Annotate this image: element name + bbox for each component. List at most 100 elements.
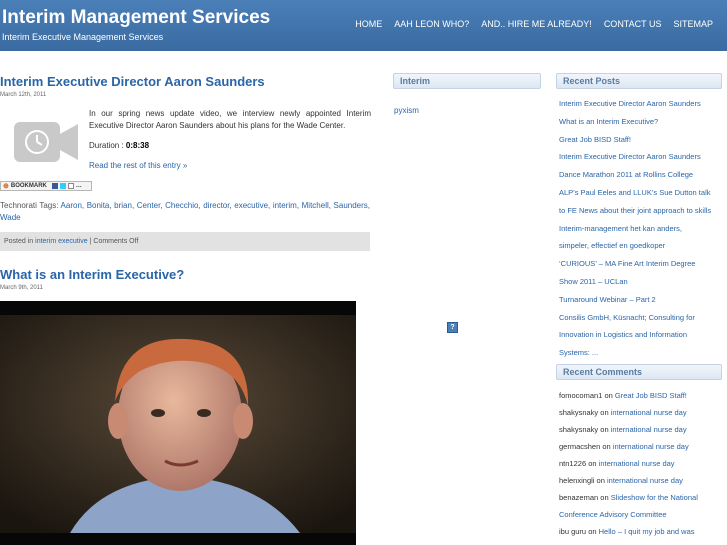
comment-post-link[interactable]: Slideshow for the National [611, 493, 698, 502]
nav-sitemap[interactable]: SITEMAP [667, 19, 719, 29]
comment-on: on [588, 527, 597, 536]
recent-post-link[interactable]: Interim-management het kan anders, [559, 221, 725, 239]
tags-prefix: Technorati Tags: [0, 201, 59, 210]
duration-label: Duration : [89, 141, 124, 150]
recent-post-link[interactable]: Interim Executive Director Aaron Saunder… [559, 149, 725, 167]
post-1-date: March 12th, 2011 [0, 92, 47, 98]
read-more-link[interactable]: Read the rest of this entry » [89, 161, 187, 170]
nav-contact-us[interactable]: CONTACT US [598, 19, 668, 29]
comment-post-link[interactable]: Hello – I quit my job and was [599, 527, 695, 536]
category-link[interactable]: interim executive [35, 238, 88, 245]
recent-post-link[interactable]: to FE News about their joint approach to… [559, 203, 725, 221]
comment-item: Conference Advisory Committee [559, 506, 725, 523]
recent-posts-title: Recent Posts [556, 73, 722, 89]
comment-on: on [600, 493, 609, 502]
comment-author: shakysnaky [559, 425, 599, 434]
duration-value: 0:8:38 [125, 141, 150, 150]
comment-post-link[interactable]: international nurse day [599, 459, 675, 468]
twitter-icon [59, 183, 66, 189]
comment-post-link[interactable]: Conference Advisory Committee [559, 510, 667, 519]
tag-link[interactable]: Bonita [87, 201, 110, 210]
tag-link[interactable]: Checchio [165, 201, 198, 210]
recent-post-link[interactable]: Show 2011 – UCLan [559, 274, 725, 292]
comments-status: Comments Off [93, 238, 139, 245]
comment-author: benazeman [559, 493, 599, 502]
recent-post-link[interactable]: Innovation in Logistics and Information [559, 327, 725, 345]
comment-author: ibu guru [559, 527, 587, 536]
comment-item: ntn1226 on international nurse day [559, 455, 725, 472]
tag-link[interactable]: executive [234, 201, 268, 210]
recent-post-link[interactable]: Consilis GmbH, Küsnacht; Consulting for [559, 310, 725, 328]
recent-comments-list: fomocoman1 on Great Job BISD Staff! shak… [559, 387, 725, 540]
tag-link[interactable]: interim [273, 201, 297, 210]
comment-item: ibu guru on Hello – I quit my job and wa… [559, 523, 725, 540]
post-2-date: March 9th, 2011 [0, 285, 43, 291]
help-icon[interactable]: ? [447, 322, 458, 333]
post-2: What is an Interim Executive? March 9th,… [0, 267, 370, 291]
recent-post-link[interactable]: ALP’s Paul Eeles and LLUK’s Sue Dutton t… [559, 185, 725, 203]
post-1-title[interactable]: Interim Executive Director Aaron Saunder… [0, 74, 370, 89]
tag-link[interactable]: Mitchell [302, 201, 329, 210]
recent-post-link[interactable]: Interim Executive Director Aaron Saunder… [559, 96, 725, 114]
tag-link[interactable]: Saunders [334, 201, 368, 210]
site-title[interactable]: Interim Management Services [2, 7, 270, 29]
comment-on: on [588, 459, 597, 468]
facebook-icon [51, 183, 58, 189]
recent-post-link[interactable]: Turnaround Webinar – Part 2 [559, 292, 725, 310]
comment-author: shakysnaky [559, 408, 599, 417]
bookmark-button[interactable]: ⊕ BOOKMARK … [0, 181, 92, 191]
site-description: Interim Executive Management Services [2, 32, 164, 42]
recent-post-link[interactable]: Great Job BISD Staff! [559, 132, 725, 150]
tag-link[interactable]: Aaron [61, 201, 82, 210]
comment-post-link[interactable]: international nurse day [607, 476, 683, 485]
post-1-meta: Posted in interim executive | Comments O… [0, 232, 370, 251]
comment-item: fomocoman1 on Great Job BISD Staff! [559, 387, 725, 404]
tag-link[interactable]: brian [114, 201, 132, 210]
recent-post-link[interactable]: ‘CURIOUS’ – MA Fine Art Interim Degree [559, 256, 725, 274]
comment-item: shakysnaky on international nurse day [559, 421, 725, 438]
post-1-tags: Technorati Tags: Aaron, Bonita, brian, C… [0, 201, 371, 222]
comment-on: on [602, 442, 611, 451]
video-player[interactable] [0, 301, 356, 545]
more-icon: … [75, 183, 82, 189]
recent-post-link[interactable]: Dance Marathon 2011 at Rollins College [559, 167, 725, 185]
comment-author: helenxingli [559, 476, 595, 485]
nav-aah-leon-who[interactable]: AAH LEON WHO? [388, 19, 475, 29]
video-frame-image [0, 301, 356, 545]
comment-on: on [600, 408, 609, 417]
comment-post-link[interactable]: international nurse day [611, 425, 687, 434]
recent-post-link[interactable]: What is an Interim Executive? [559, 114, 725, 132]
post-1-duration: Duration : 0:8:38 [89, 141, 149, 150]
tag-link[interactable]: Center [137, 201, 161, 210]
comment-item: germacshen on international nurse day [559, 438, 725, 455]
post-1-excerpt: In our spring news update video, we inte… [89, 109, 371, 130]
tag-link[interactable]: director [203, 201, 229, 210]
comment-on: on [600, 425, 609, 434]
tag-link[interactable]: Wade [0, 213, 21, 222]
comment-author: germacshen [559, 442, 601, 451]
comment-on: on [604, 391, 613, 400]
comment-item: helenxingli on international nurse day [559, 472, 725, 489]
video-camera-icon[interactable] [14, 122, 78, 162]
post-2-title[interactable]: What is an Interim Executive? [0, 267, 370, 282]
recent-post-link[interactable]: Systems: ... [559, 345, 725, 363]
comment-item: shakysnaky on international nurse day [559, 404, 725, 421]
comment-author: ntn1226 [559, 459, 587, 468]
bookmark-label: BOOKMARK [10, 183, 47, 189]
nav-home[interactable]: HOME [349, 19, 388, 29]
pyxism-link[interactable]: pyxism [394, 106, 419, 115]
recent-comments-title: Recent Comments [556, 364, 722, 380]
comment-post-link[interactable]: international nurse day [611, 408, 687, 417]
interim-widget-title: Interim [393, 73, 541, 89]
comment-on: on [596, 476, 605, 485]
share-plus-icon: ⊕ [3, 183, 9, 190]
main-nav: HOME AAH LEON WHO? AND.. HIRE ME ALREADY… [349, 19, 719, 29]
comment-post-link[interactable]: Great Job BISD Staff! [615, 391, 687, 400]
recent-post-link[interactable]: simpeler, effectief en goedkoper [559, 238, 725, 256]
comment-post-link[interactable]: international nurse day [613, 442, 689, 451]
recent-posts-list: Interim Executive Director Aaron Saunder… [559, 96, 725, 363]
post-1: Interim Executive Director Aaron Saunder… [0, 74, 370, 98]
comment-item: benazeman on Slideshow for the National [559, 489, 725, 506]
nav-hire-me[interactable]: AND.. HIRE ME ALREADY! [475, 19, 598, 29]
comment-author: fomocoman1 [559, 391, 603, 400]
